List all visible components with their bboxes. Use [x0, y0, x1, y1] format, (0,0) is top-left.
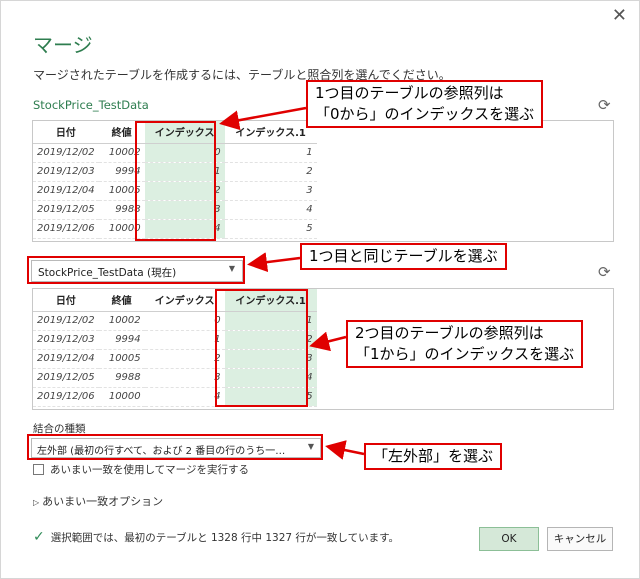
- table-cell: 4: [224, 200, 317, 220]
- table-cell: 2: [224, 162, 317, 182]
- table-cell: 5: [224, 219, 317, 239]
- table-cell: 9988: [98, 368, 145, 388]
- table-cell: 2019/12/06: [33, 387, 99, 407]
- column-header-close[interactable]: 終値: [98, 289, 145, 312]
- table-cell: 2019/12/05: [33, 200, 99, 220]
- table-cell: 2: [144, 349, 225, 369]
- fuzzy-options-toggle[interactable]: ▷ あいまい一致オプション: [33, 493, 163, 509]
- column-header-date[interactable]: 日付: [33, 289, 99, 312]
- table-cell: 1: [224, 143, 317, 163]
- first-table-preview: 日付 終値 インデックス インデックス.1 2019/12/02 10002 0 1 2…: [32, 120, 614, 242]
- callout-text: 2つ目のテーブルの参照列は: [355, 324, 544, 342]
- match-status: ✓ 選択範囲では、最初のテーブルと 1328 行中 1327 行が一致しています…: [33, 529, 399, 545]
- table-cell: 2019/12/04: [33, 349, 99, 369]
- fuzzy-match-label: あいまい一致を使用してマージを実行する: [50, 464, 249, 476]
- callout-text: 1つ目のテーブルの参照列は: [315, 84, 504, 102]
- column-header-index1[interactable]: インデックス.1: [224, 121, 317, 144]
- close-icon[interactable]: ✕: [612, 7, 627, 25]
- table-cell: 2019/12/03: [33, 330, 99, 350]
- table-cell: 3: [224, 181, 317, 201]
- fuzzy-options-label: あいまい一致オプション: [42, 495, 164, 508]
- column-header-index[interactable]: インデックス: [144, 289, 225, 312]
- callout-text: 「0から」のインデックスを選ぶ: [315, 105, 535, 123]
- checkmark-icon: ✓: [33, 529, 45, 545]
- table-cell: 1: [144, 330, 225, 350]
- callout-text: 1つ目と同じテーブルを選ぶ: [309, 247, 498, 265]
- match-status-text: 選択範囲では、最初のテーブルと 1328 行中 1327 行が一致しています。: [50, 531, 400, 544]
- column-header-date[interactable]: 日付: [33, 121, 99, 144]
- table-cell: 2019/12/02: [33, 311, 99, 331]
- table-cell: 2019/12/06: [33, 219, 99, 239]
- callout-text: 「左外部」を選ぶ: [373, 447, 494, 465]
- annotation-frame-index: [135, 121, 216, 241]
- annotation-frame-join: [27, 434, 323, 460]
- table-cell: 2019/12/05: [33, 368, 99, 388]
- cancel-button[interactable]: キャンセル: [547, 527, 613, 551]
- checkbox-box[interactable]: [33, 464, 44, 475]
- table-cell: 10000: [98, 387, 145, 407]
- table-cell: 4: [144, 387, 225, 407]
- callout-same-table: 1つ目と同じテーブルを選ぶ: [300, 243, 507, 270]
- table-cell: 2019/12/04: [33, 181, 99, 201]
- table-cell: 9994: [98, 330, 145, 350]
- fuzzy-match-checkbox[interactable]: あいまい一致を使用してマージを実行する: [33, 462, 249, 477]
- table-cell: 3: [144, 368, 225, 388]
- dialog-title: マージ: [33, 33, 93, 57]
- first-table-caption: StockPrice_TestData: [33, 98, 149, 112]
- table-cell: 10002: [98, 311, 145, 331]
- chevron-right-icon: ▷: [33, 498, 40, 507]
- table-cell: 2019/12/02: [33, 143, 99, 163]
- callout-left-outer: 「左外部」を選ぶ: [364, 443, 503, 470]
- ok-button[interactable]: OK: [479, 527, 539, 551]
- callout-text: 「1から」のインデックスを選ぶ: [355, 345, 575, 363]
- table-cell: 0: [144, 311, 225, 331]
- annotation-frame-select: [27, 256, 245, 284]
- table-cell: 2019/12/03: [33, 162, 99, 182]
- callout-first-table: 1つ目のテーブルの参照列は 「0から」のインデックスを選ぶ: [306, 80, 544, 128]
- callout-second-table: 2つ目のテーブルの参照列は 「1から」のインデックスを選ぶ: [346, 320, 584, 368]
- annotation-frame-index1: [215, 289, 308, 407]
- refresh-icon[interactable]: ⟳: [598, 263, 611, 281]
- table-cell: 10005: [98, 349, 145, 369]
- refresh-icon[interactable]: ⟳: [598, 96, 611, 114]
